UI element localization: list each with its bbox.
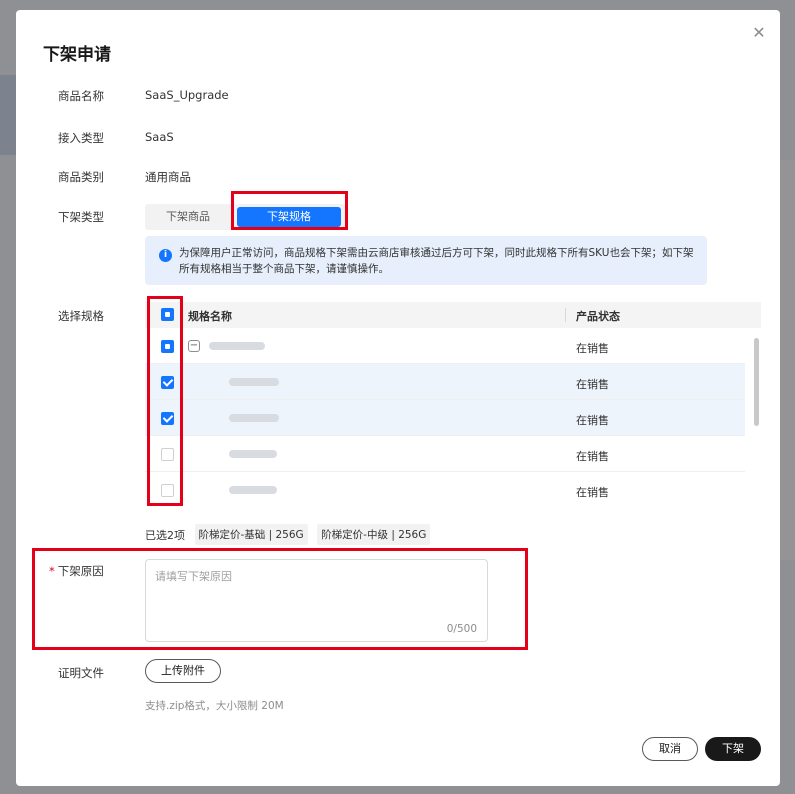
blurred-spec-name [209,342,265,350]
selected-count: 已选2项 [145,528,185,542]
blurred-spec-name [229,486,277,494]
scrollbar-thumb[interactable] [754,338,759,426]
delist-product-option[interactable]: 下架商品 [151,207,225,227]
category-label: 商品类别 [58,170,104,184]
close-icon[interactable]: ✕ [750,24,768,42]
delist-type-label: 下架类型 [58,210,104,224]
info-text: 为保障用户正常访问，商品规格下架需由云商店审核通过后方可下架，同时此规格下所有S… [179,247,694,275]
column-status: 产品状态 [576,310,620,323]
upload-attachment-button[interactable]: 上传附件 [145,659,221,683]
dialog-title: 下架申请 [43,45,111,65]
column-separator [565,308,566,322]
info-icon: i [159,249,172,262]
column-spec-name: 规格名称 [188,310,232,323]
table-row: 在销售 [145,472,745,502]
table-row: 在销售 [145,436,745,472]
access-type-label: 接入类型 [58,131,104,145]
product-name-value: SaaS_Upgrade [145,88,229,102]
blurred-spec-name [229,414,279,422]
row-status: 在销售 [576,486,609,499]
delist-request-dialog: ✕ 下架申请 商品名称 SaaS_Upgrade 接入类型 SaaS 商品类别 … [16,10,780,786]
highlight-box-reason [32,548,528,650]
selected-tag: 阶梯定价-基础 | 256G [194,524,308,545]
access-type-value: SaaS [145,130,174,144]
table-header: 规格名称 产品状态 [145,302,761,328]
table-row: 在销售 [145,400,745,436]
delist-submit-button[interactable]: 下架 [705,737,761,761]
highlight-box-delist-type [231,191,348,230]
blurred-spec-name [229,450,277,458]
table-scrollbar[interactable] [753,328,761,502]
category-value: 通用商品 [145,170,191,184]
table-row: 在销售 [145,364,745,400]
highlight-box-checkboxes [147,296,183,506]
row-status: 在销售 [576,342,609,355]
upload-hint: 支持.zip格式，大小限制 20M [145,700,284,712]
row-status: 在销售 [576,414,609,427]
product-name-label: 商品名称 [58,89,104,103]
collapse-icon[interactable]: − [188,340,200,352]
selected-tag: 阶梯定价-中级 | 256G [317,524,431,545]
selected-summary: 已选2项 阶梯定价-基础 | 256G 阶梯定价-中级 | 256G [145,524,431,546]
spec-table: 规格名称 产品状态 − 在销售 在销售 在销售 在销售 在销售 [145,302,761,502]
table-row: − 在销售 [145,328,745,364]
select-spec-label: 选择规格 [58,309,104,323]
row-status: 在销售 [576,378,609,391]
info-banner: i 为保障用户正常访问，商品规格下架需由云商店审核通过后方可下架，同时此规格下所… [145,236,707,285]
proof-label: 证明文件 [58,666,104,680]
cancel-button[interactable]: 取消 [642,737,698,761]
blurred-spec-name [229,378,279,386]
row-status: 在销售 [576,450,609,463]
